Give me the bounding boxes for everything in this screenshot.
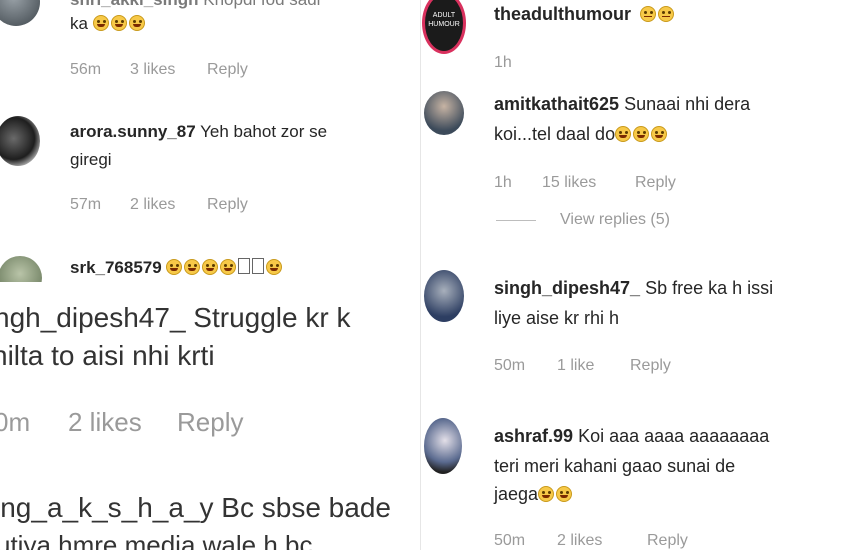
reply-button[interactable]: Reply	[207, 196, 248, 214]
reply-button[interactable]: Reply	[635, 174, 676, 192]
avatar[interactable]	[0, 116, 40, 166]
comment-text: Sb free ka h issi	[645, 278, 774, 298]
comment-text: jaega	[494, 484, 539, 504]
comment-line: theadulthumour	[494, 4, 676, 25]
likes-count[interactable]: 2 likes	[130, 196, 175, 214]
comment-time: 56m	[70, 61, 102, 78]
comment-line: ashraf.99 Koi aaa aaaa aaaaaaaa	[494, 426, 769, 447]
avatar-label: ADULT HUMOUR	[428, 12, 460, 28]
comment-time: 1h	[494, 174, 512, 191]
neutral-face-emoji-icon	[658, 6, 675, 22]
laughing-emoji-icon	[651, 126, 668, 142]
comment-text: Yeh bahot zor se	[200, 122, 328, 141]
comment-text-cont: jaega	[494, 484, 574, 505]
comment-line: singh_dipesh47_ Sb free ka h issi	[494, 278, 773, 299]
comment-text-cont: utiya hmre media wale h bc	[0, 530, 313, 550]
likes-count[interactable]: 15 likes	[542, 174, 596, 192]
likes-count[interactable]: 3 likes	[130, 61, 175, 79]
comment-text-cont: liye aise kr rhi h	[494, 308, 620, 328]
comment-time: 0m	[0, 407, 31, 437]
comment-time: 57m	[70, 196, 102, 213]
comment-text: Koi aaa aaaa aaaaaaaa	[578, 426, 770, 446]
laughing-emoji-icon	[220, 259, 237, 275]
laughing-emoji-icon	[538, 486, 555, 502]
comment-text: Struggle kr k	[193, 302, 351, 333]
laughing-emoji-icon	[128, 15, 145, 31]
avatar[interactable]: ADULT HUMOUR	[422, 0, 466, 54]
laughing-emoji-icon	[633, 126, 650, 142]
neutral-face-emoji-icon	[640, 6, 657, 22]
laughing-emoji-icon	[202, 259, 219, 275]
username[interactable]: singh_dipesh47_	[494, 278, 640, 298]
likes-count[interactable]: 2 likes	[557, 532, 602, 550]
right-comments-panel: ADULT HUMOUR theadulthumour 1h amitkatha…	[422, 0, 850, 550]
username[interactable]: ngh_dipesh47_	[0, 302, 186, 333]
avatar[interactable]	[424, 91, 464, 135]
comment-text: Khopdi fod sadi	[203, 0, 320, 9]
avatar[interactable]	[424, 418, 462, 474]
comment-text-cont: hilta to aisi nhi krti	[0, 340, 215, 371]
comment-text-cont: teri meri kahani gaao sunai de	[494, 456, 736, 476]
reply-button[interactable]: Reply	[207, 61, 248, 79]
comment-line: srk_768579	[70, 258, 284, 278]
comment-text: ka	[70, 14, 88, 33]
comment-text: Bc sbse bade	[221, 492, 391, 523]
comment-time: 1h	[494, 54, 512, 71]
comment-text: Sunaai nhi dera	[624, 94, 751, 114]
laughing-emoji-icon	[184, 259, 201, 275]
laughing-emoji-icon	[166, 259, 183, 275]
panel-divider	[420, 0, 421, 550]
username[interactable]: srk_768579	[70, 258, 162, 277]
avatar[interactable]	[0, 0, 40, 26]
username[interactable]: shri_akki_singh	[70, 0, 199, 9]
view-replies-button[interactable]: View replies (5)	[560, 211, 670, 229]
bottom-left-comments-panel: ngh_dipesh47_ Struggle kr k hilta to ais…	[0, 282, 420, 550]
comment-text-cont: giregi	[70, 150, 112, 169]
missing-glyph-icon	[238, 258, 251, 274]
username[interactable]: theadulthumour	[494, 4, 631, 24]
reply-button[interactable]: Reply	[177, 407, 243, 438]
laughing-emoji-icon	[556, 486, 573, 502]
comment-line: arora.sunny_87 Yeh bahot zor se	[70, 122, 327, 142]
comment-line: ngh_dipesh47_ Struggle kr k	[0, 302, 350, 334]
missing-glyph-icon	[252, 258, 265, 274]
username[interactable]: ashraf.99	[494, 426, 573, 446]
comment-line: amitkathait625 Sunaai nhi dera	[494, 94, 750, 115]
likes-count[interactable]: 2 likes	[68, 407, 142, 438]
comment-text: koi...tel daal do	[494, 124, 616, 144]
username[interactable]: arora.sunny_87	[70, 122, 196, 141]
reply-button[interactable]: Reply	[630, 357, 671, 375]
username[interactable]: amitkathait625	[494, 94, 619, 114]
laughing-emoji-icon	[92, 15, 109, 31]
laughing-emoji-icon	[110, 15, 127, 31]
comment-time: 50m	[494, 357, 526, 374]
laughing-emoji-icon	[615, 126, 632, 142]
username[interactable]: ing_a_k_s_h_a_y	[0, 492, 214, 523]
comment-line: ing_a_k_s_h_a_y Bc sbse bade	[0, 492, 391, 524]
avatar[interactable]	[424, 270, 464, 322]
comment-text-cont: ka	[70, 14, 147, 34]
divider	[496, 220, 536, 221]
comment-time: 50m	[494, 532, 526, 549]
laughing-emoji-icon	[266, 259, 283, 275]
reply-button[interactable]: Reply	[647, 532, 688, 550]
comment-line: shri_akki_singh Khopdi fod sadi	[70, 0, 320, 10]
likes-count[interactable]: 1 like	[557, 357, 594, 375]
comment-text-cont: koi...tel daal do	[494, 124, 669, 145]
top-left-comments-panel: shri_akki_singh Khopdi fod sadi ka 56m 3…	[0, 0, 420, 290]
